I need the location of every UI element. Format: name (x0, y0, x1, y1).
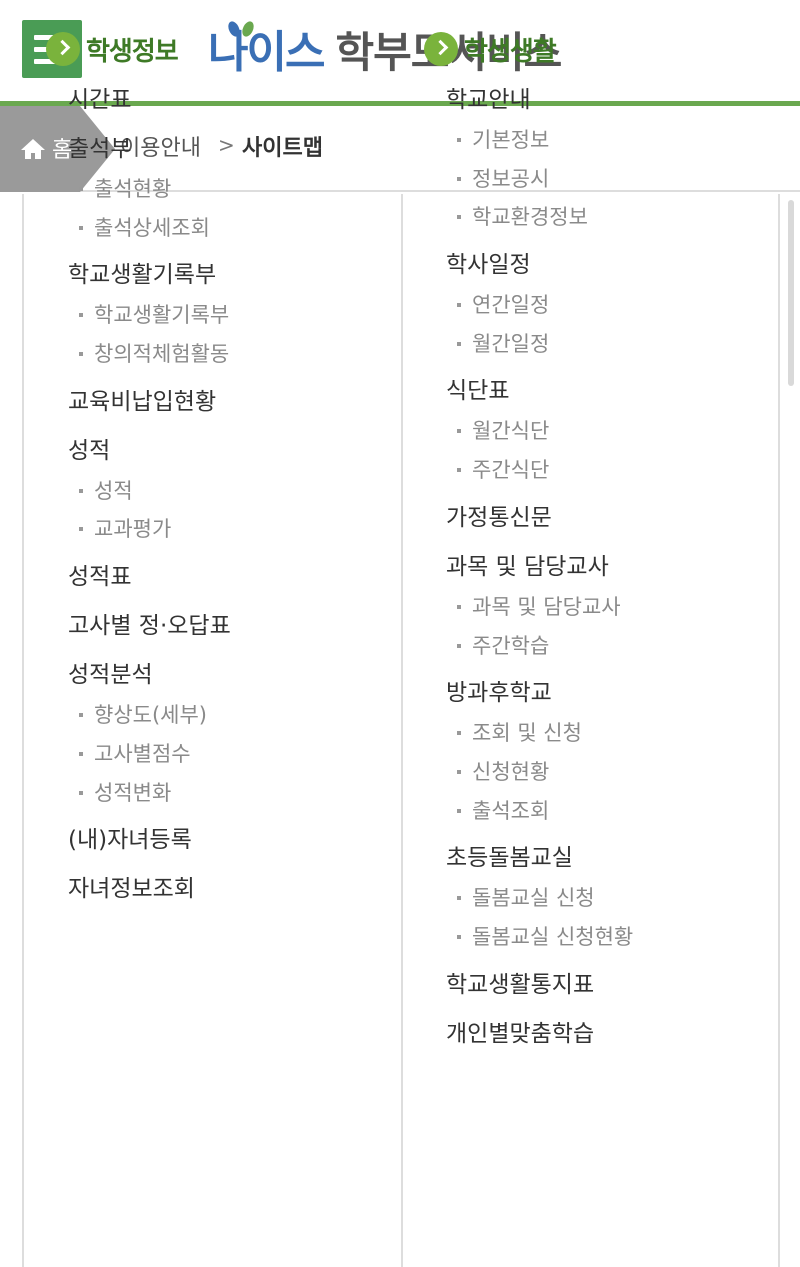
submenu-link[interactable]: 과목 및 담당교사 (424, 588, 633, 627)
menu-item-link[interactable]: 과목 및 담당교사 (424, 549, 633, 585)
submenu-link[interactable]: 기본정보 (424, 121, 633, 160)
submenu-link[interactable]: 성적 (46, 472, 231, 511)
submenu-link[interactable]: 출석상세조회 (46, 209, 231, 248)
section-title-text: 학생생활 (464, 36, 557, 67)
menu-item-link[interactable]: 성적 (46, 433, 231, 469)
submenu-list: 학교생활기록부 창의적체험활동 (46, 296, 231, 373)
menu-item: 교육비납입현황 (46, 384, 231, 420)
menu-list: 시간표 출석부 출석현황 출석상세조회 학교생활기록부 학교생활기록부 창의적체험활동 교육비… (46, 82, 231, 907)
submenu-list: 성적 교과평가 (46, 472, 231, 549)
submenu-link[interactable]: 창의적체험활동 (46, 335, 231, 374)
menu-item: 식단표 월간식단 주간식단 (424, 373, 633, 489)
submenu-link[interactable]: 월간일정 (424, 325, 633, 364)
scrollbar[interactable] (788, 200, 794, 386)
submenu-list: 조회 및 신청 신청현황 출석조회 (424, 714, 633, 830)
home-icon (21, 139, 45, 159)
menu-item-link[interactable]: 성적표 (46, 559, 231, 595)
menu-item-link[interactable]: 학교생활통지표 (424, 967, 633, 1003)
submenu-list: 돌봄교실 신청 돌봄교실 신청현황 (424, 879, 633, 956)
column-divider (401, 194, 403, 1267)
menu-item: 개인별맞춤학습 (424, 1016, 633, 1052)
submenu-link[interactable]: 고사별점수 (46, 735, 231, 774)
menu-item: (내)자녀등록 (46, 822, 231, 858)
submenu-link[interactable]: 신청현황 (424, 753, 633, 792)
submenu-link[interactable]: 주간식단 (424, 451, 633, 490)
menu-item: 고사별 정·오답표 (46, 608, 231, 644)
menu-item-link[interactable]: 자녀정보조회 (46, 871, 231, 907)
menu-item: 가정통신문 (424, 500, 633, 536)
menu-item-link[interactable]: 학교생활기록부 (46, 257, 231, 293)
submenu-link[interactable]: 주간학습 (424, 627, 633, 666)
menu-item-link[interactable]: 식단표 (424, 373, 633, 409)
menu-item-link[interactable]: 고사별 정·오답표 (46, 608, 231, 644)
submenu-link[interactable]: 학교생활기록부 (46, 296, 231, 335)
submenu-link[interactable]: 학교환경정보 (424, 198, 633, 237)
menu-item-link[interactable]: 초등돌봄교실 (424, 840, 633, 876)
menu-item: 출석부 출석현황 출석상세조회 (46, 131, 231, 247)
menu-item-link[interactable]: 교육비납입현황 (46, 384, 231, 420)
submenu-list: 출석현황 출석상세조회 (46, 170, 231, 247)
submenu-link[interactable]: 출석조회 (424, 792, 633, 831)
menu-item: 학교안내 기본정보 정보공시 학교환경정보 (424, 82, 633, 237)
menu-item: 학교생활기록부 학교생활기록부 창의적체험활동 (46, 257, 231, 373)
menu-item: 성적 성적 교과평가 (46, 433, 231, 549)
menu-item: 방과후학교 조회 및 신청 신청현황 출석조회 (424, 675, 633, 830)
breadcrumb-current: 사이트맵 (242, 136, 323, 161)
submenu-list: 과목 및 담당교사 주간학습 (424, 588, 633, 665)
menu-item: 시간표 (46, 82, 231, 118)
section-title: 학생정보 (46, 28, 231, 70)
submenu-link[interactable]: 돌봄교실 신청현황 (424, 918, 633, 957)
menu-item-link[interactable]: 학교안내 (424, 82, 633, 118)
menu-item-link[interactable]: 시간표 (46, 82, 231, 118)
submenu-list: 향상도(세부) 고사별점수 성적변화 (46, 696, 231, 812)
menu-item-link[interactable]: 방과후학교 (424, 675, 633, 711)
submenu-link[interactable]: 교과평가 (46, 510, 231, 549)
submenu-link[interactable]: 성적변화 (46, 774, 231, 813)
submenu-list: 기본정보 정보공시 학교환경정보 (424, 121, 633, 237)
section-title: 학생생활 (424, 28, 633, 70)
menu-item: 과목 및 담당교사 과목 및 담당교사 주간학습 (424, 549, 633, 665)
submenu-link[interactable]: 돌봄교실 신청 (424, 879, 633, 918)
section-title-text: 학생정보 (86, 36, 179, 67)
submenu-link[interactable]: 향상도(세부) (46, 696, 231, 735)
submenu-link[interactable]: 연간일정 (424, 286, 633, 325)
menu-list: 학교안내 기본정보 정보공시 학교환경정보 학사일정 연간일정 월간일정 식단표 월간식단 주간식… (424, 82, 633, 1052)
menu-item-link[interactable]: (내)자녀등록 (46, 822, 231, 858)
menu-item-link[interactable]: 개인별맞춤학습 (424, 1016, 633, 1052)
menu-item: 성적표 (46, 559, 231, 595)
submenu-link[interactable]: 출석현황 (46, 170, 231, 209)
arrow-circle-icon (46, 32, 80, 66)
menu-item: 학교생활통지표 (424, 967, 633, 1003)
submenu-list: 연간일정 월간일정 (424, 286, 633, 363)
submenu-link[interactable]: 월간식단 (424, 412, 633, 451)
submenu-list: 월간식단 주간식단 (424, 412, 633, 489)
menu-item: 성적분석 향상도(세부) 고사별점수 성적변화 (46, 657, 231, 812)
menu-item-link[interactable]: 성적분석 (46, 657, 231, 693)
sitemap-column-student-info: 학생정보 시간표 출석부 출석현황 출석상세조회 학교생활기록부 학교생활기록부 창의적체험… (46, 28, 231, 920)
submenu-link[interactable]: 조회 및 신청 (424, 714, 633, 753)
arrow-circle-icon (424, 32, 458, 66)
sitemap-column-student-life: 학생생활 학교안내 기본정보 정보공시 학교환경정보 학사일정 연간일정 월간일정 식단표 월간… (424, 28, 633, 1065)
menu-item: 초등돌봄교실 돌봄교실 신청 돌봄교실 신청현황 (424, 840, 633, 956)
submenu-link[interactable]: 정보공시 (424, 160, 633, 199)
menu-item-link[interactable]: 학사일정 (424, 247, 633, 283)
menu-item: 자녀정보조회 (46, 871, 231, 907)
menu-item: 학사일정 연간일정 월간일정 (424, 247, 633, 363)
menu-item-link[interactable]: 가정통신문 (424, 500, 633, 536)
menu-item-link[interactable]: 출석부 (46, 131, 231, 167)
